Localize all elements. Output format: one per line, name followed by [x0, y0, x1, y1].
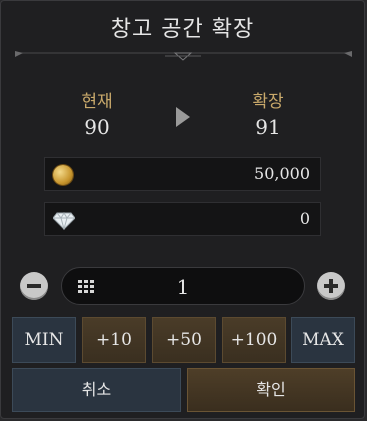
current-value: 90: [84, 115, 110, 139]
arrow-right-icon: [176, 107, 190, 127]
current-label: 현재: [81, 92, 113, 112]
silver-coin-icon: [53, 165, 73, 185]
warehouse-expand-dialog: 창고 공간 확장 현재 90 확장 91 50,000 0 1 MIN +10 …: [0, 0, 365, 419]
min-button[interactable]: MIN: [12, 317, 76, 363]
increase-button[interactable]: [317, 272, 345, 300]
decrease-button[interactable]: [20, 272, 48, 300]
title-divider: [15, 51, 352, 61]
plus-100-button[interactable]: +100: [222, 317, 286, 363]
cost-row-diamond: 0: [44, 202, 321, 236]
expanded-value: 91: [255, 115, 281, 139]
cost-row-silver: 50,000: [44, 157, 321, 191]
diamond-cost-value: 0: [299, 209, 310, 228]
silver-cost-value: 50,000: [254, 164, 310, 183]
diamond-icon: [53, 212, 75, 230]
expanded-label: 확장: [252, 92, 284, 112]
quantity-value: 1: [176, 275, 190, 299]
plus-50-button[interactable]: +50: [152, 317, 216, 363]
minus-icon: [27, 284, 41, 288]
cancel-button[interactable]: 취소: [12, 368, 181, 412]
confirm-button[interactable]: 확인: [187, 368, 355, 412]
quantity-input[interactable]: 1: [61, 267, 305, 305]
dialog-title: 창고 공간 확장: [110, 17, 255, 42]
plus-icon-vertical: [329, 279, 333, 293]
max-button[interactable]: MAX: [291, 317, 355, 363]
plus-10-button[interactable]: +10: [82, 317, 146, 363]
